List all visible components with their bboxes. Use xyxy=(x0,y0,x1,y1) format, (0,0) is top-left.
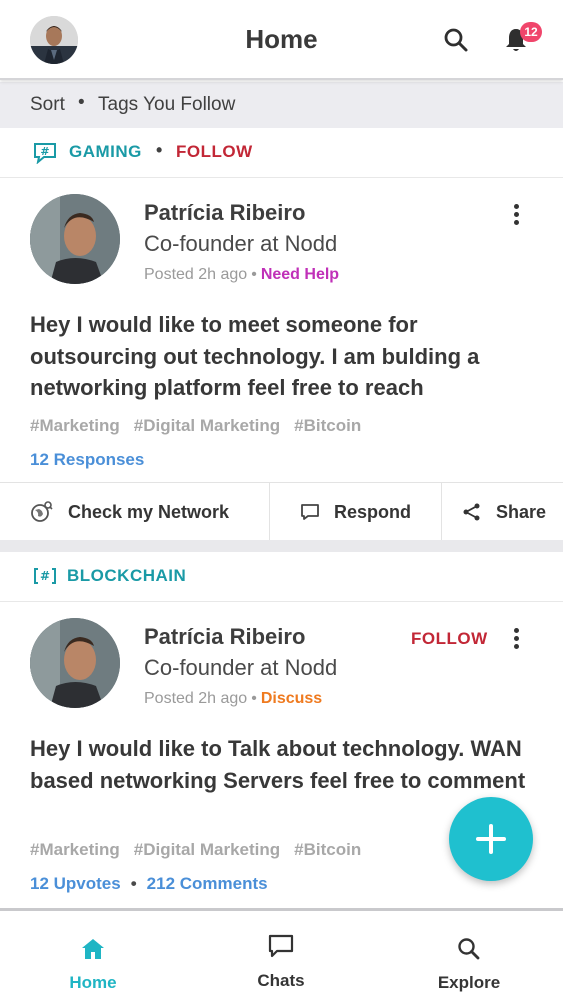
post-hashtags: #Marketing #Digital Marketing #Bitcoin xyxy=(30,416,375,436)
author-role: Co-founder at Nodd xyxy=(144,231,338,256)
follow-author-button[interactable]: FOLLOW xyxy=(411,629,488,649)
post-meta: Posted 2h ago • Discuss xyxy=(144,690,323,707)
share-button[interactable]: Share xyxy=(462,483,546,541)
page-title: Home xyxy=(245,24,318,54)
svg-text:#: # xyxy=(40,145,49,158)
more-options-icon[interactable] xyxy=(506,201,526,229)
home-icon xyxy=(82,939,104,959)
author-avatar[interactable] xyxy=(30,618,120,708)
comments-link[interactable]: 212 Comments xyxy=(147,874,268,893)
more-options-icon[interactable] xyxy=(506,625,526,653)
author-avatar[interactable] xyxy=(30,194,120,284)
check-network-label: Check my Network xyxy=(68,501,230,522)
app-header: Home 12 xyxy=(0,0,563,80)
topic-tag[interactable]: GAMING xyxy=(69,142,142,162)
author-role: Co-founder at Nodd xyxy=(144,655,338,680)
hashtag[interactable]: #Bitcoin xyxy=(294,416,361,435)
post-time: Posted 2h ago xyxy=(144,690,248,707)
post-body: Hey I would like to meet someone for out… xyxy=(30,312,480,400)
nav-home-label: Home xyxy=(69,973,117,992)
hashtag[interactable]: #Marketing xyxy=(30,840,120,859)
nav-explore-label: Explore xyxy=(437,973,501,992)
hashtag-chat-icon: # xyxy=(32,142,58,165)
hashtag-icon: # xyxy=(32,566,58,588)
hashtag[interactable]: #Bitcoin xyxy=(294,840,361,859)
topic-header-gaming: # GAMING • FOLLOW xyxy=(0,128,563,178)
topic-header-blockchain: # BLOCKCHAIN xyxy=(0,552,563,602)
upvotes-link[interactable]: 12 Upvotes xyxy=(30,874,121,893)
post-body: Hey I would like to Talk about technolog… xyxy=(30,736,526,793)
nav-chats[interactable]: Chats xyxy=(216,911,346,1000)
search-icon xyxy=(458,938,480,960)
sort-bar: Sort • Tags You Follow xyxy=(0,82,563,128)
sort-button[interactable]: Sort xyxy=(30,94,65,116)
bottom-navigation: Home Chats Explore xyxy=(0,908,563,1000)
follow-topic-button[interactable]: FOLLOW xyxy=(176,142,253,162)
nav-home[interactable]: Home xyxy=(28,911,158,1000)
chat-icon xyxy=(268,934,294,958)
hashtag[interactable]: #Digital Marketing xyxy=(134,416,280,435)
post-actions: Check my Network Respond Share xyxy=(0,482,563,541)
post-category[interactable]: Need Help xyxy=(261,266,339,283)
share-icon xyxy=(463,503,480,521)
plus-icon xyxy=(476,824,506,854)
post-meta: Posted 2h ago • Need Help xyxy=(144,266,340,283)
post-stats: 12 Upvotes • 212 Comments xyxy=(30,874,268,893)
post-time: Posted 2h ago xyxy=(144,266,248,283)
create-post-button[interactable] xyxy=(449,797,533,881)
topic-tag[interactable]: BLOCKCHAIN xyxy=(67,566,186,586)
responses-link[interactable]: 12 Responses xyxy=(30,450,144,470)
notification-badge: 12 xyxy=(520,22,542,42)
nav-explore[interactable]: Explore xyxy=(404,911,534,1000)
sort-separator: • xyxy=(78,92,85,113)
hashtag[interactable]: #Marketing xyxy=(30,416,120,435)
share-label: Share xyxy=(496,501,547,522)
section-gap xyxy=(0,540,563,552)
profile-avatar[interactable] xyxy=(30,16,78,64)
search-icon[interactable] xyxy=(442,26,472,56)
author-name[interactable]: Patrícia Ribeiro xyxy=(144,200,305,226)
globe-search-icon xyxy=(31,501,53,522)
post-category[interactable]: Discuss xyxy=(261,690,322,707)
author-name[interactable]: Patrícia Ribeiro xyxy=(144,624,305,650)
check-network-button[interactable]: Check my Network xyxy=(30,483,229,541)
comment-icon xyxy=(301,504,319,520)
svg-text:#: # xyxy=(40,569,50,583)
nav-chats-label: Chats xyxy=(257,971,305,990)
post-card: Patrícia Ribeiro Co-founder at Nodd Post… xyxy=(0,179,563,482)
tags-filter[interactable]: Tags You Follow xyxy=(98,94,235,116)
divider xyxy=(441,483,442,541)
respond-label: Respond xyxy=(334,501,412,522)
dot-separator: • xyxy=(156,140,163,160)
respond-button[interactable]: Respond xyxy=(300,483,411,541)
divider xyxy=(269,483,270,541)
post-hashtags: #Marketing #Digital Marketing #Bitcoin xyxy=(30,840,375,860)
hashtag[interactable]: #Digital Marketing xyxy=(134,840,280,859)
